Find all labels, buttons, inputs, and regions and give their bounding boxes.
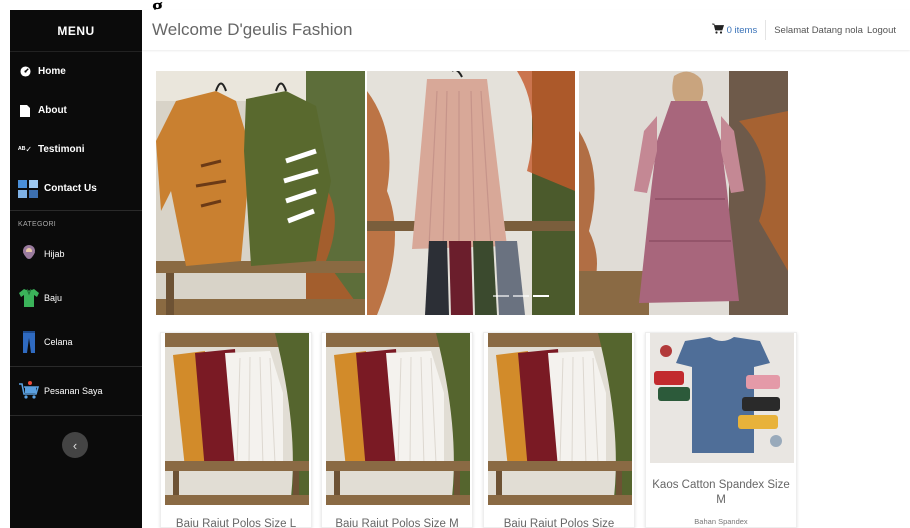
sidebar-divider bbox=[10, 210, 142, 211]
chevron-left-icon: ‹ bbox=[72, 437, 78, 453]
sidebar-item-label: Baju bbox=[44, 293, 63, 303]
top-navbar: Welcome D'geulis Fashion 0 items Selamat… bbox=[142, 10, 910, 50]
brand-title[interactable]: Welcome D'geulis Fashion bbox=[152, 20, 352, 40]
sidebar-divider bbox=[10, 366, 142, 367]
navbar-right: 0 items Selamat Datang nola Logout bbox=[711, 20, 910, 40]
cart-link[interactable]: 0 items bbox=[711, 20, 767, 40]
sidebar-item-home[interactable]: Home bbox=[10, 52, 142, 91]
hero-carousel[interactable] bbox=[156, 71, 788, 315]
sidebar-item-label: Contact Us bbox=[44, 183, 97, 194]
carousel-indicator-active[interactable] bbox=[533, 295, 550, 297]
contact-icon bbox=[18, 179, 38, 198]
sidebar-item-label: Pesanan Saya bbox=[44, 386, 103, 396]
pants-icon bbox=[18, 331, 40, 353]
sidebar-item-label: Testimoni bbox=[38, 144, 85, 155]
product-image bbox=[650, 333, 794, 463]
product-card[interactable]: Baju Rajut Polos Size L bbox=[160, 332, 312, 528]
cart-count: 0 items bbox=[726, 24, 758, 36]
product-name[interactable]: Baju Rajut Polos Size M bbox=[322, 517, 472, 527]
cart-icon bbox=[711, 23, 724, 37]
product-name[interactable]: Baju Rajut Polos Size L bbox=[161, 517, 311, 527]
sidebar-item-testimoni[interactable]: ᴬᴮ✓ Testimoni bbox=[10, 130, 142, 169]
sidebar-divider bbox=[10, 415, 142, 416]
product-name[interactable]: Baju Rajut Polos Size bbox=[484, 517, 634, 527]
product-image bbox=[165, 333, 309, 505]
carousel-indicator[interactable] bbox=[513, 295, 530, 297]
product-description: Bahan Spandex bbox=[694, 517, 748, 526]
page: g MENU Home About ᴬᴮ✓ Testimoni Contact … bbox=[0, 0, 910, 528]
slide-long-sleeve-tees bbox=[156, 71, 365, 315]
user-greeting: Selamat Datang nola bbox=[774, 24, 863, 36]
product-image bbox=[326, 333, 470, 505]
product-card[interactable]: Baju Rajut Polos Size bbox=[483, 332, 635, 528]
shopping-cart-icon bbox=[18, 380, 40, 402]
spellcheck-icon: ᴬᴮ✓ bbox=[17, 145, 33, 154]
logout-link[interactable]: Logout bbox=[867, 25, 896, 36]
sidebar-item-celana[interactable]: Celana bbox=[10, 320, 142, 364]
product-card[interactable]: Baju Rajut Polos Size M bbox=[321, 332, 473, 528]
sidebar-category-heading: KATEGORI bbox=[18, 221, 57, 228]
sidebar-item-hijab[interactable]: Hijab bbox=[10, 232, 142, 276]
shirt-icon bbox=[18, 287, 40, 309]
dashboard-icon bbox=[18, 65, 32, 79]
hijab-icon bbox=[18, 243, 40, 265]
sidebar-toggle-button[interactable]: ‹ bbox=[62, 432, 88, 458]
sidebar-item-label: Home bbox=[38, 66, 66, 77]
sidebar-item-orders[interactable]: Pesanan Saya bbox=[10, 369, 142, 413]
carousel-indicators[interactable] bbox=[493, 295, 550, 297]
sidebar-item-label: Celana bbox=[44, 337, 73, 347]
sidebar-item-about[interactable]: About bbox=[10, 91, 142, 130]
file-icon bbox=[18, 104, 32, 118]
sidebar-item-baju[interactable]: Baju bbox=[10, 276, 142, 320]
stray-heading: g bbox=[152, 0, 163, 10]
sidebar-title: MENU bbox=[10, 10, 142, 52]
sidebar-item-label: About bbox=[38, 105, 67, 116]
slide-pink-dress bbox=[578, 71, 788, 315]
sidebar-item-contact[interactable]: Contact Us bbox=[10, 169, 142, 208]
slide-pleated-skirt bbox=[367, 71, 576, 315]
sidebar-item-label: Hijab bbox=[44, 249, 65, 259]
sidebar: MENU Home About ᴬᴮ✓ Testimoni Contact Us… bbox=[10, 10, 142, 528]
carousel-indicator[interactable] bbox=[493, 295, 510, 297]
product-image bbox=[488, 333, 632, 505]
product-name[interactable]: Kaos Catton Spandex Size M bbox=[646, 478, 796, 508]
product-card[interactable]: Kaos Catton Spandex Size M Bahan Spandex bbox=[645, 332, 797, 528]
